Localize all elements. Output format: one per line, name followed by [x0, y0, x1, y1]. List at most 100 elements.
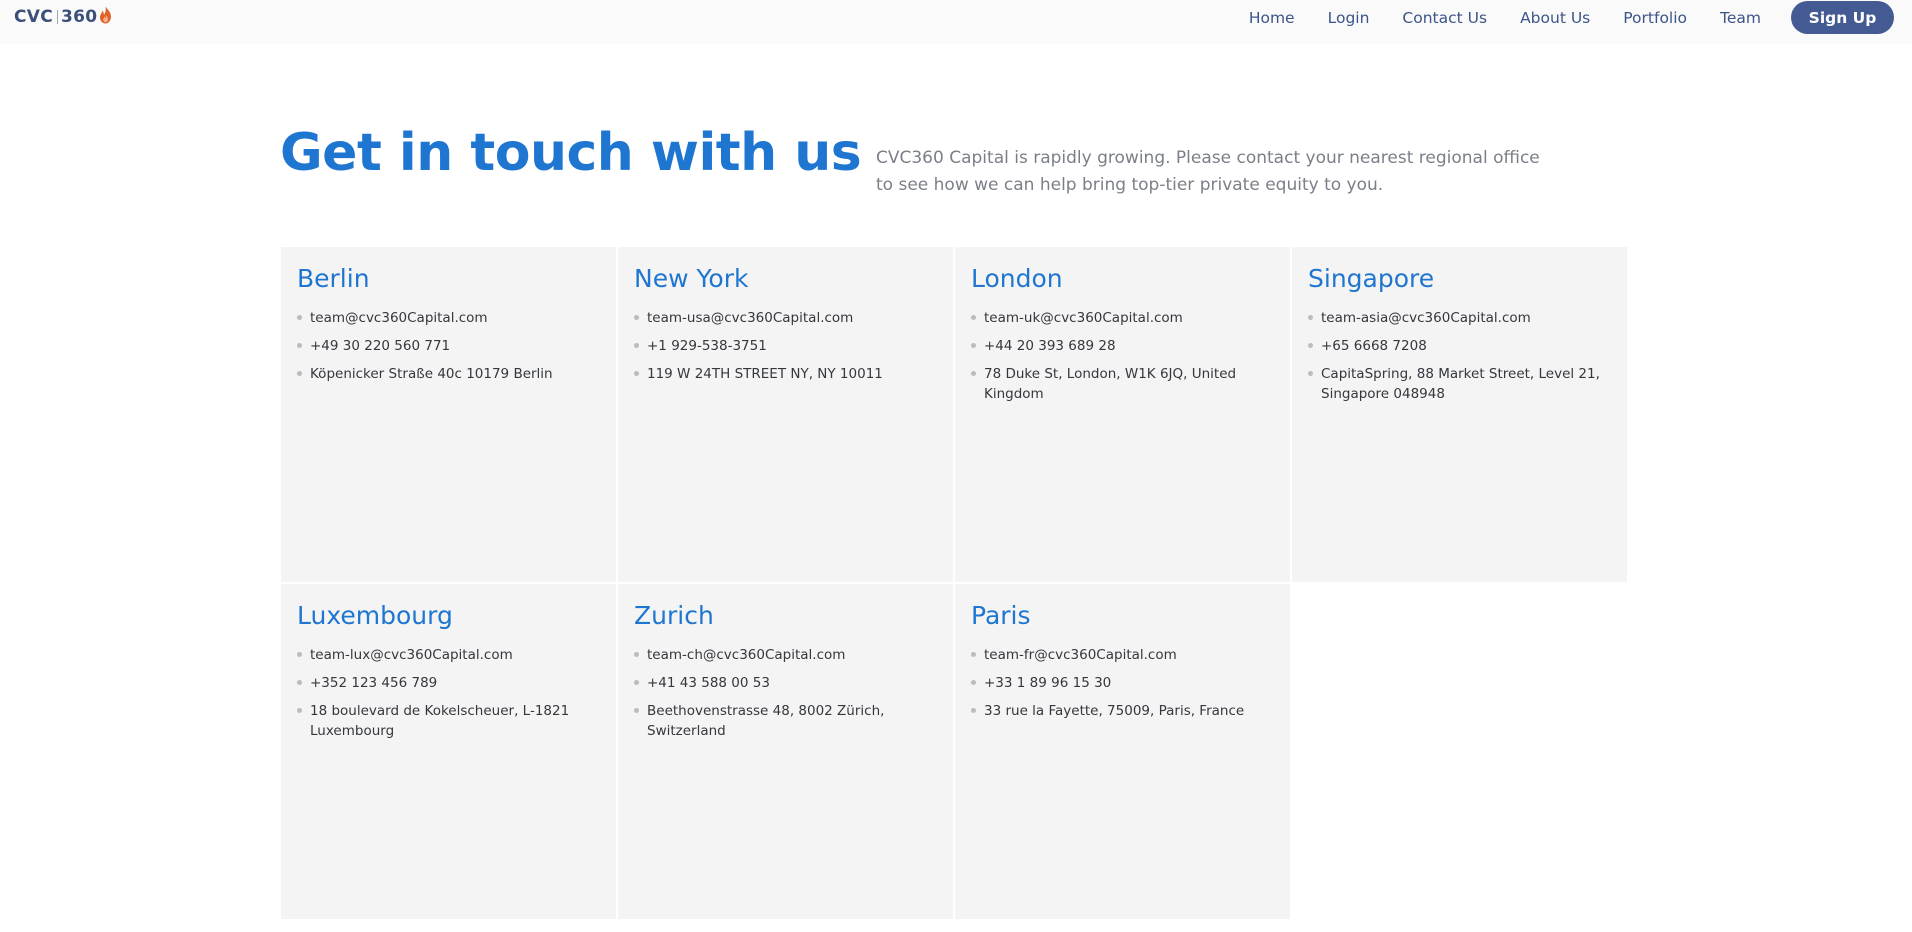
office-phone[interactable]: +41 43 588 00 53: [634, 673, 937, 693]
bullet-icon: [1308, 343, 1313, 348]
bullet-icon: [971, 343, 976, 348]
office-email[interactable]: team-ch@cvc360Capital.com: [634, 645, 937, 665]
bullet-icon: [634, 371, 639, 376]
office-address: 78 Duke St, London, W1K 6JQ, United King…: [971, 364, 1274, 404]
bullet-icon: [297, 652, 302, 657]
office-phone[interactable]: +49 30 220 560 771: [297, 336, 600, 356]
office-email[interactable]: team-asia@cvc360Capital.com: [1308, 308, 1611, 328]
logo-text-360: 360: [61, 7, 98, 27]
office-details: team@cvc360Capital.com +49 30 220 560 77…: [297, 308, 600, 384]
top-navigation-bar: CVC 360 Home Login Contact Us About Us P…: [0, 0, 1912, 44]
office-phone-text: +65 6668 7208: [1321, 338, 1427, 354]
bullet-icon: [634, 680, 639, 685]
office-city: Berlin: [297, 264, 370, 293]
nav-contact-us-link[interactable]: Contact Us: [1402, 9, 1487, 27]
office-address: 18 boulevard de Kokelscheuer, L-1821 Lux…: [297, 701, 600, 741]
office-phone-text: +44 20 393 689 28: [984, 338, 1116, 354]
logo-divider: [57, 10, 59, 24]
logo-text-cvc: CVC: [14, 7, 54, 27]
office-phone[interactable]: +65 6668 7208: [1308, 336, 1611, 356]
office-city: Paris: [971, 601, 1031, 630]
office-address-text: Köpenicker Straße 40c 10179 Berlin: [310, 366, 553, 382]
bullet-icon: [297, 680, 302, 685]
bullet-icon: [971, 708, 976, 713]
bullet-icon: [634, 708, 639, 713]
company-logo[interactable]: CVC 360: [14, 6, 112, 28]
bullet-icon: [971, 315, 976, 320]
office-email-text: team-lux@cvc360Capital.com: [310, 647, 513, 663]
office-phone-text: +1 929-538-3751: [647, 338, 767, 354]
offices-grid: Berlin team@cvc360Capital.com +49 30 220…: [281, 247, 1627, 919]
office-phone-text: +41 43 588 00 53: [647, 675, 770, 691]
office-card-zurich: Zurich team-ch@cvc360Capital.com +41 43 …: [618, 584, 953, 919]
office-city: New York: [634, 264, 749, 293]
office-city: Luxembourg: [297, 601, 453, 630]
bullet-icon: [297, 343, 302, 348]
office-address: 119 W 24TH STREET NY, NY 10011: [634, 364, 937, 384]
office-card-paris: Paris team-fr@cvc360Capital.com +33 1 89…: [955, 584, 1290, 919]
office-phone-text: +49 30 220 560 771: [310, 338, 451, 354]
office-address: CapitaSpring, 88 Market Street, Level 21…: [1308, 364, 1611, 404]
office-details: team-lux@cvc360Capital.com +352 123 456 …: [297, 645, 600, 741]
office-address-text: 119 W 24TH STREET NY, NY 10011: [647, 366, 883, 382]
bullet-icon: [1308, 315, 1313, 320]
office-details: team-fr@cvc360Capital.com +33 1 89 96 15…: [971, 645, 1274, 721]
office-details: team-asia@cvc360Capital.com +65 6668 720…: [1308, 308, 1611, 404]
office-email[interactable]: team@cvc360Capital.com: [297, 308, 600, 328]
office-details: team-uk@cvc360Capital.com +44 20 393 689…: [971, 308, 1274, 404]
nav-portfolio-link[interactable]: Portfolio: [1623, 9, 1687, 27]
office-address: Köpenicker Straße 40c 10179 Berlin: [297, 364, 600, 384]
office-details: team-ch@cvc360Capital.com +41 43 588 00 …: [634, 645, 937, 741]
bullet-icon: [971, 652, 976, 657]
office-details: team-usa@cvc360Capital.com +1 929-538-37…: [634, 308, 937, 384]
office-phone[interactable]: +44 20 393 689 28: [971, 336, 1274, 356]
office-card-luxembourg: Luxembourg team-lux@cvc360Capital.com +3…: [281, 584, 616, 919]
nav-team-link[interactable]: Team: [1720, 9, 1761, 27]
office-address: 33 rue la Fayette, 75009, Paris, France: [971, 701, 1274, 721]
nav-login-link[interactable]: Login: [1328, 9, 1370, 27]
office-city: Zurich: [634, 601, 714, 630]
nav-home-link[interactable]: Home: [1249, 9, 1295, 27]
nav-about-us-link[interactable]: About Us: [1520, 9, 1590, 27]
bullet-icon: [297, 708, 302, 713]
office-card-berlin: Berlin team@cvc360Capital.com +49 30 220…: [281, 247, 616, 582]
bullet-icon: [634, 315, 639, 320]
office-phone[interactable]: +1 929-538-3751: [634, 336, 937, 356]
bullet-icon: [634, 343, 639, 348]
office-email[interactable]: team-usa@cvc360Capital.com: [634, 308, 937, 328]
page-description: CVC360 Capital is rapidly growing. Pleas…: [876, 148, 1540, 195]
office-card-new-york: New York team-usa@cvc360Capital.com +1 9…: [618, 247, 953, 582]
bullet-icon: [297, 371, 302, 376]
office-card-singapore: Singapore team-asia@cvc360Capital.com +6…: [1292, 247, 1627, 582]
office-email-text: team-asia@cvc360Capital.com: [1321, 310, 1531, 326]
flame-icon: [99, 6, 112, 29]
office-email-text: team-usa@cvc360Capital.com: [647, 310, 854, 326]
page-title: Get in touch with us: [280, 123, 862, 183]
office-email-text: team@cvc360Capital.com: [310, 310, 488, 326]
bullet-icon: [1308, 371, 1313, 376]
office-email-text: team-ch@cvc360Capital.com: [647, 647, 846, 663]
office-city: Singapore: [1308, 264, 1435, 293]
office-email[interactable]: team-uk@cvc360Capital.com: [971, 308, 1274, 328]
office-address-text: 33 rue la Fayette, 75009, Paris, France: [984, 703, 1245, 719]
office-email[interactable]: team-fr@cvc360Capital.com: [971, 645, 1274, 665]
office-phone-text: +352 123 456 789: [310, 675, 438, 691]
office-card-london: London team-uk@cvc360Capital.com +44 20 …: [955, 247, 1290, 582]
office-email[interactable]: team-lux@cvc360Capital.com: [297, 645, 600, 665]
bullet-icon: [634, 652, 639, 657]
office-phone-text: +33 1 89 96 15 30: [984, 675, 1112, 691]
office-address-text: 18 boulevard de Kokelscheuer, L-1821 Lux…: [310, 703, 570, 739]
office-city: London: [971, 264, 1063, 293]
office-address: Beethovenstrasse 48, 8002 Zürich, Switze…: [634, 701, 937, 741]
office-phone[interactable]: +33 1 89 96 15 30: [971, 673, 1274, 693]
sign-up-button[interactable]: Sign Up: [1791, 1, 1894, 34]
office-address-text: 78 Duke St, London, W1K 6JQ, United King…: [984, 366, 1237, 402]
bullet-icon: [297, 315, 302, 320]
bullet-icon: [971, 371, 976, 376]
office-address-text: Beethovenstrasse 48, 8002 Zürich, Switze…: [647, 703, 885, 739]
office-address-text: CapitaSpring, 88 Market Street, Level 21…: [1321, 366, 1600, 402]
main-nav: Home Login Contact Us About Us Portfolio…: [1216, 1, 1894, 34]
office-phone[interactable]: +352 123 456 789: [297, 673, 600, 693]
office-email-text: team-fr@cvc360Capital.com: [984, 647, 1177, 663]
office-email-text: team-uk@cvc360Capital.com: [984, 310, 1183, 326]
